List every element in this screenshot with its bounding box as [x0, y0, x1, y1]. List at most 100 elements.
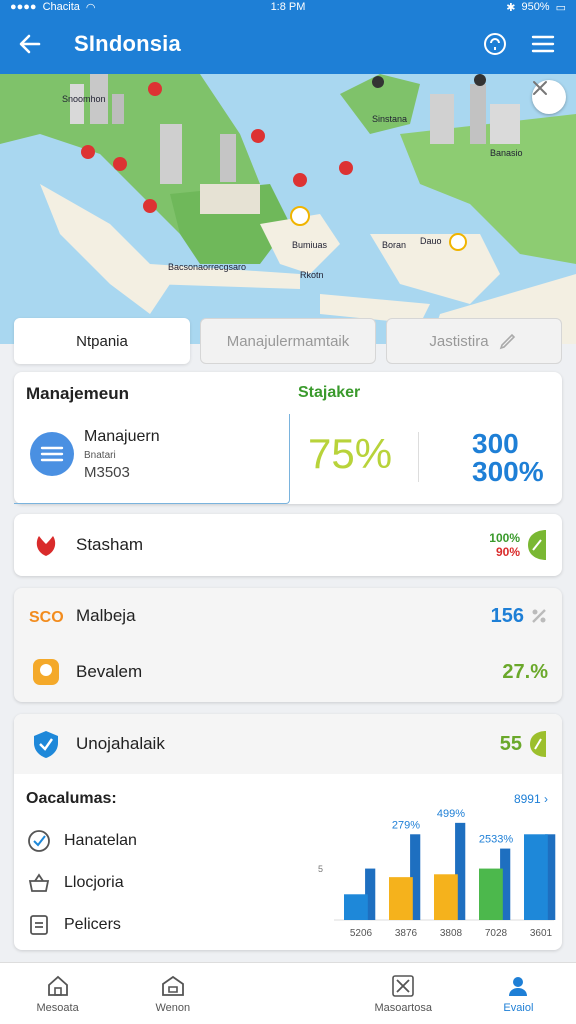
- arrow-left-icon: [19, 34, 41, 54]
- list-icon: [30, 432, 74, 476]
- check-circle-icon: [26, 828, 52, 854]
- signal-icon: ●●●●: [10, 1, 37, 13]
- stats-blue-value: 300 300%: [472, 430, 544, 486]
- chart-legend: Hanatelan Llocjoria Pelicers: [26, 820, 137, 946]
- legend-label: Pelicers: [64, 916, 121, 933]
- percent-icon: [532, 609, 546, 623]
- row-label: Malbeja: [76, 606, 136, 625]
- chart-bar: [434, 874, 458, 920]
- battery-icon: ▭: [555, 1, 566, 14]
- edit-icon: [499, 333, 515, 350]
- map-label: Bumiuas: [292, 240, 328, 250]
- nav-item-3[interactable]: Masoartosa: [346, 963, 461, 1024]
- map-label: Rkotn: [300, 270, 324, 280]
- list-item[interactable]: SCO Malbeja 156: [14, 588, 562, 644]
- stats-blue-value-1: 300: [472, 428, 519, 459]
- stats-item[interactable]: Manajuern Bnatari M3503: [14, 414, 290, 504]
- person-icon: [509, 976, 528, 996]
- legend-item[interactable]: Pelicers: [26, 904, 137, 946]
- chart-tick-label: 3601: [530, 928, 553, 939]
- menu-icon: [531, 35, 555, 53]
- stats-percent: 75%: [308, 430, 393, 477]
- app-bar: SIndonsia: [0, 14, 576, 74]
- row-card[interactable]: Stasham 100% 90%: [14, 514, 562, 576]
- battery-label: 950%: [521, 1, 550, 13]
- tools-icon: [392, 974, 415, 997]
- tab-3[interactable]: Jastistira: [386, 318, 562, 364]
- chart-bar: [344, 894, 368, 920]
- map-label: Bacsonaorrecgsaro: [168, 262, 247, 272]
- menu-button[interactable]: [526, 27, 560, 61]
- map-label: Sinstana: [372, 114, 408, 124]
- nav-label: Evaiol: [503, 1001, 534, 1014]
- wifi-icon: ◠: [85, 1, 96, 14]
- chart-data-label: 2533%: [479, 834, 513, 846]
- row-card: SCO Malbeja 156 Bevalem 27.%: [14, 588, 562, 702]
- back-button[interactable]: [0, 14, 60, 74]
- map-view[interactable]: Sinstana Banasio Snoomhon Bacsonaorrecgs…: [0, 74, 576, 344]
- list-item[interactable]: Unojahalaik 55: [14, 714, 562, 774]
- carrier-label: Chacita: [42, 1, 80, 13]
- svg-text:SCO: SCO: [29, 609, 63, 626]
- page-title: SIndonsia: [74, 31, 181, 56]
- stats-left-title: Manajemeun: [26, 384, 129, 403]
- list-item[interactable]: Bevalem 27.%: [14, 644, 562, 700]
- row-value: 27.%: [502, 660, 548, 683]
- legend-item[interactable]: Hanatelan: [26, 820, 137, 862]
- map-label: Boran: [382, 240, 407, 250]
- bar-chart: 5206 3876 3808 7028 3601 5 279% 499% 2533%: [318, 808, 556, 939]
- stats-item-code: M3503: [84, 464, 130, 481]
- headset-icon: [484, 33, 506, 55]
- status-bar: ●●●● Chacita ◠ 1:8 PM ✱ 950% ▭: [0, 0, 576, 14]
- nav-label: Wenon: [155, 1001, 191, 1014]
- chart-tick-label: 3808: [440, 928, 463, 939]
- home-icon: [47, 975, 68, 996]
- tab-label: Manajulermamtaik: [226, 332, 350, 350]
- nav-label: Mesoata: [36, 1001, 79, 1014]
- stats-blue-value-2: 300%: [472, 456, 544, 487]
- row-label: Bevalem: [76, 662, 143, 681]
- row-label: Stasham: [76, 535, 144, 554]
- divider: [418, 432, 419, 482]
- close-map-button[interactable]: [532, 80, 566, 114]
- logo-icon: SCO: [28, 598, 64, 634]
- stats-right-title: Stajaker: [298, 384, 361, 401]
- row-value: 55: [499, 732, 522, 755]
- chart-y-tick: 5: [318, 864, 323, 874]
- stats-card: Manajemeun Stajaker Manajuern Bnatari M3…: [14, 372, 562, 504]
- chart-card: Unojahalaik 55 Oacalumas: 8991 › Hanatel…: [14, 714, 562, 950]
- stats-item-title: Manajuern: [84, 428, 160, 445]
- map-label: Dauo: [420, 236, 442, 246]
- legend-item[interactable]: Llocjoria: [26, 862, 137, 904]
- chart-title: Oacalumas:: [26, 790, 117, 807]
- shield-icon: [28, 726, 64, 762]
- map-illustration: [0, 74, 576, 344]
- chart-tick-label: 5206: [350, 928, 373, 939]
- row-label: Unojahalaik: [76, 734, 165, 753]
- row-value-top: 100%: [489, 531, 520, 545]
- chart-bar: [389, 877, 413, 920]
- legend-label: Hanatelan: [64, 832, 137, 849]
- chart-bar: [479, 868, 503, 920]
- chart-tick-label: 3876: [395, 928, 418, 939]
- document-icon: [26, 912, 52, 938]
- support-button[interactable]: [478, 27, 512, 61]
- map-label: Snoomhon: [62, 94, 106, 104]
- tab-2[interactable]: Manajulermamtaik: [200, 318, 376, 364]
- chart-tick-label: 7028: [485, 928, 508, 939]
- nav-item-4[interactable]: Evaiol: [461, 963, 576, 1024]
- bluetooth-icon: ✱: [506, 1, 516, 14]
- nav-item-1[interactable]: Mesoata: [0, 963, 115, 1024]
- tab-label: Ntpania: [76, 332, 128, 350]
- tab-1[interactable]: Ntpania: [14, 318, 190, 364]
- house-icon: [161, 975, 184, 996]
- leaf-icon: [530, 731, 546, 757]
- row-value: 156: [490, 604, 524, 627]
- tulip-icon: [28, 527, 64, 563]
- chart-data-label: 279%: [392, 819, 420, 831]
- tab-bar: Ntpania Manajulermamtaik Jastistira: [14, 318, 562, 364]
- bottom-nav: Mesoata Wenon Masoartosa Evaiol: [0, 962, 576, 1024]
- basket-icon: [26, 870, 52, 896]
- nav-item-2[interactable]: Wenon: [115, 963, 230, 1024]
